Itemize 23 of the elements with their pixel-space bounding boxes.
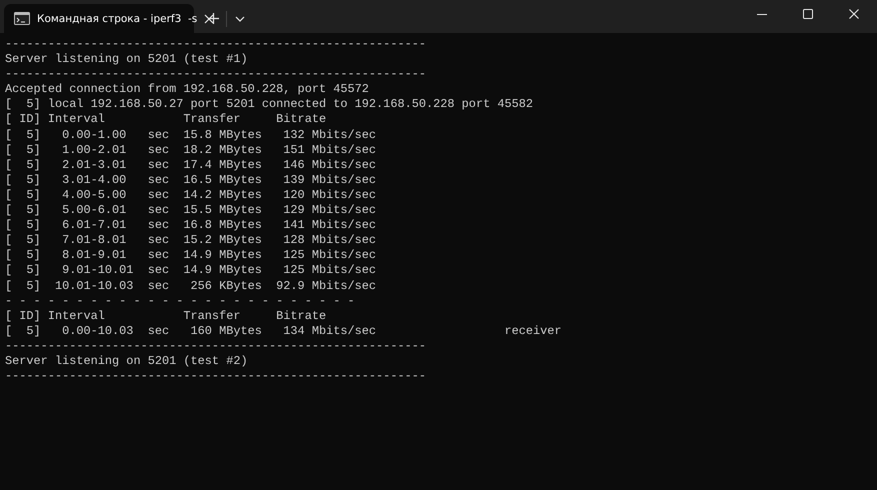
terminal-line: [ ID] Interval Transfer Bitrate <box>5 112 326 128</box>
terminal-line: Accepted connection from 192.168.50.228, port 45572 <box>5 82 369 98</box>
terminal-line: - - - - - - - - - - - - - - - - - - - - - - - - - <box>5 294 355 309</box>
terminal-line: [ 5] 6.01-7.01 sec 16.8 MBytes 141 Mbits/sec <box>5 218 376 234</box>
terminal-line: [ 5] 5.00-6.01 sec 15.5 MBytes 129 Mbits/sec <box>5 203 376 218</box>
terminal-line: [ 5] 10.01-10.03 sec 256 KBytes 92.9 Mbits/sec <box>5 278 376 294</box>
terminal-line: [ ID] Interval Transfer Bitrate <box>5 308 326 324</box>
terminal-line: ----------------------------------------------------------- <box>5 37 426 52</box>
terminal-line: [ 5] local 192.168.50.27 port 5201 connected to 192.168.50.228 port 45582 <box>5 97 534 112</box>
terminal-line: [ 5] 0.00-1.00 sec 15.8 MBytes 132 Mbits/sec <box>5 128 376 143</box>
terminal-line: [ 5] 7.01-8.01 sec 15.2 MBytes 128 Mbits/sec <box>5 233 376 248</box>
terminal-line: ----------------------------------------------------------- <box>5 67 426 82</box>
terminal-line: [ 5] 4.00-5.00 sec 14.2 MBytes 120 Mbits/sec <box>5 188 376 204</box>
terminal-line: ----------------------------------------------------------- <box>5 338 426 354</box>
terminal-line: [ 5] 8.01-9.01 sec 14.9 MBytes 125 Mbits/sec <box>5 248 376 264</box>
terminal-line: ----------------------------------------------------------- <box>5 369 426 384</box>
terminal-line: [ 5] 9.01-10.01 sec 14.9 MBytes 125 Mbits/sec <box>5 263 376 278</box>
terminal-line: [ 5] 3.01-4.00 sec 16.5 MBytes 139 Mbits/sec <box>5 172 376 188</box>
terminal-line: Server listening on 5201 (test #2) <box>5 354 248 370</box>
terminal-line: Server listening on 5201 (test #1) <box>5 52 248 68</box>
terminal-line: [ 5] 0.00-10.03 sec 160 MBytes 134 Mbits/sec receiver <box>5 324 562 339</box>
terminal-line: [ 5] 1.00-2.01 sec 18.2 MBytes 151 Mbits/sec <box>5 142 376 158</box>
terminal-line: [ 5] 2.01-3.01 sec 17.4 MBytes 146 Mbits/sec <box>5 158 376 173</box>
